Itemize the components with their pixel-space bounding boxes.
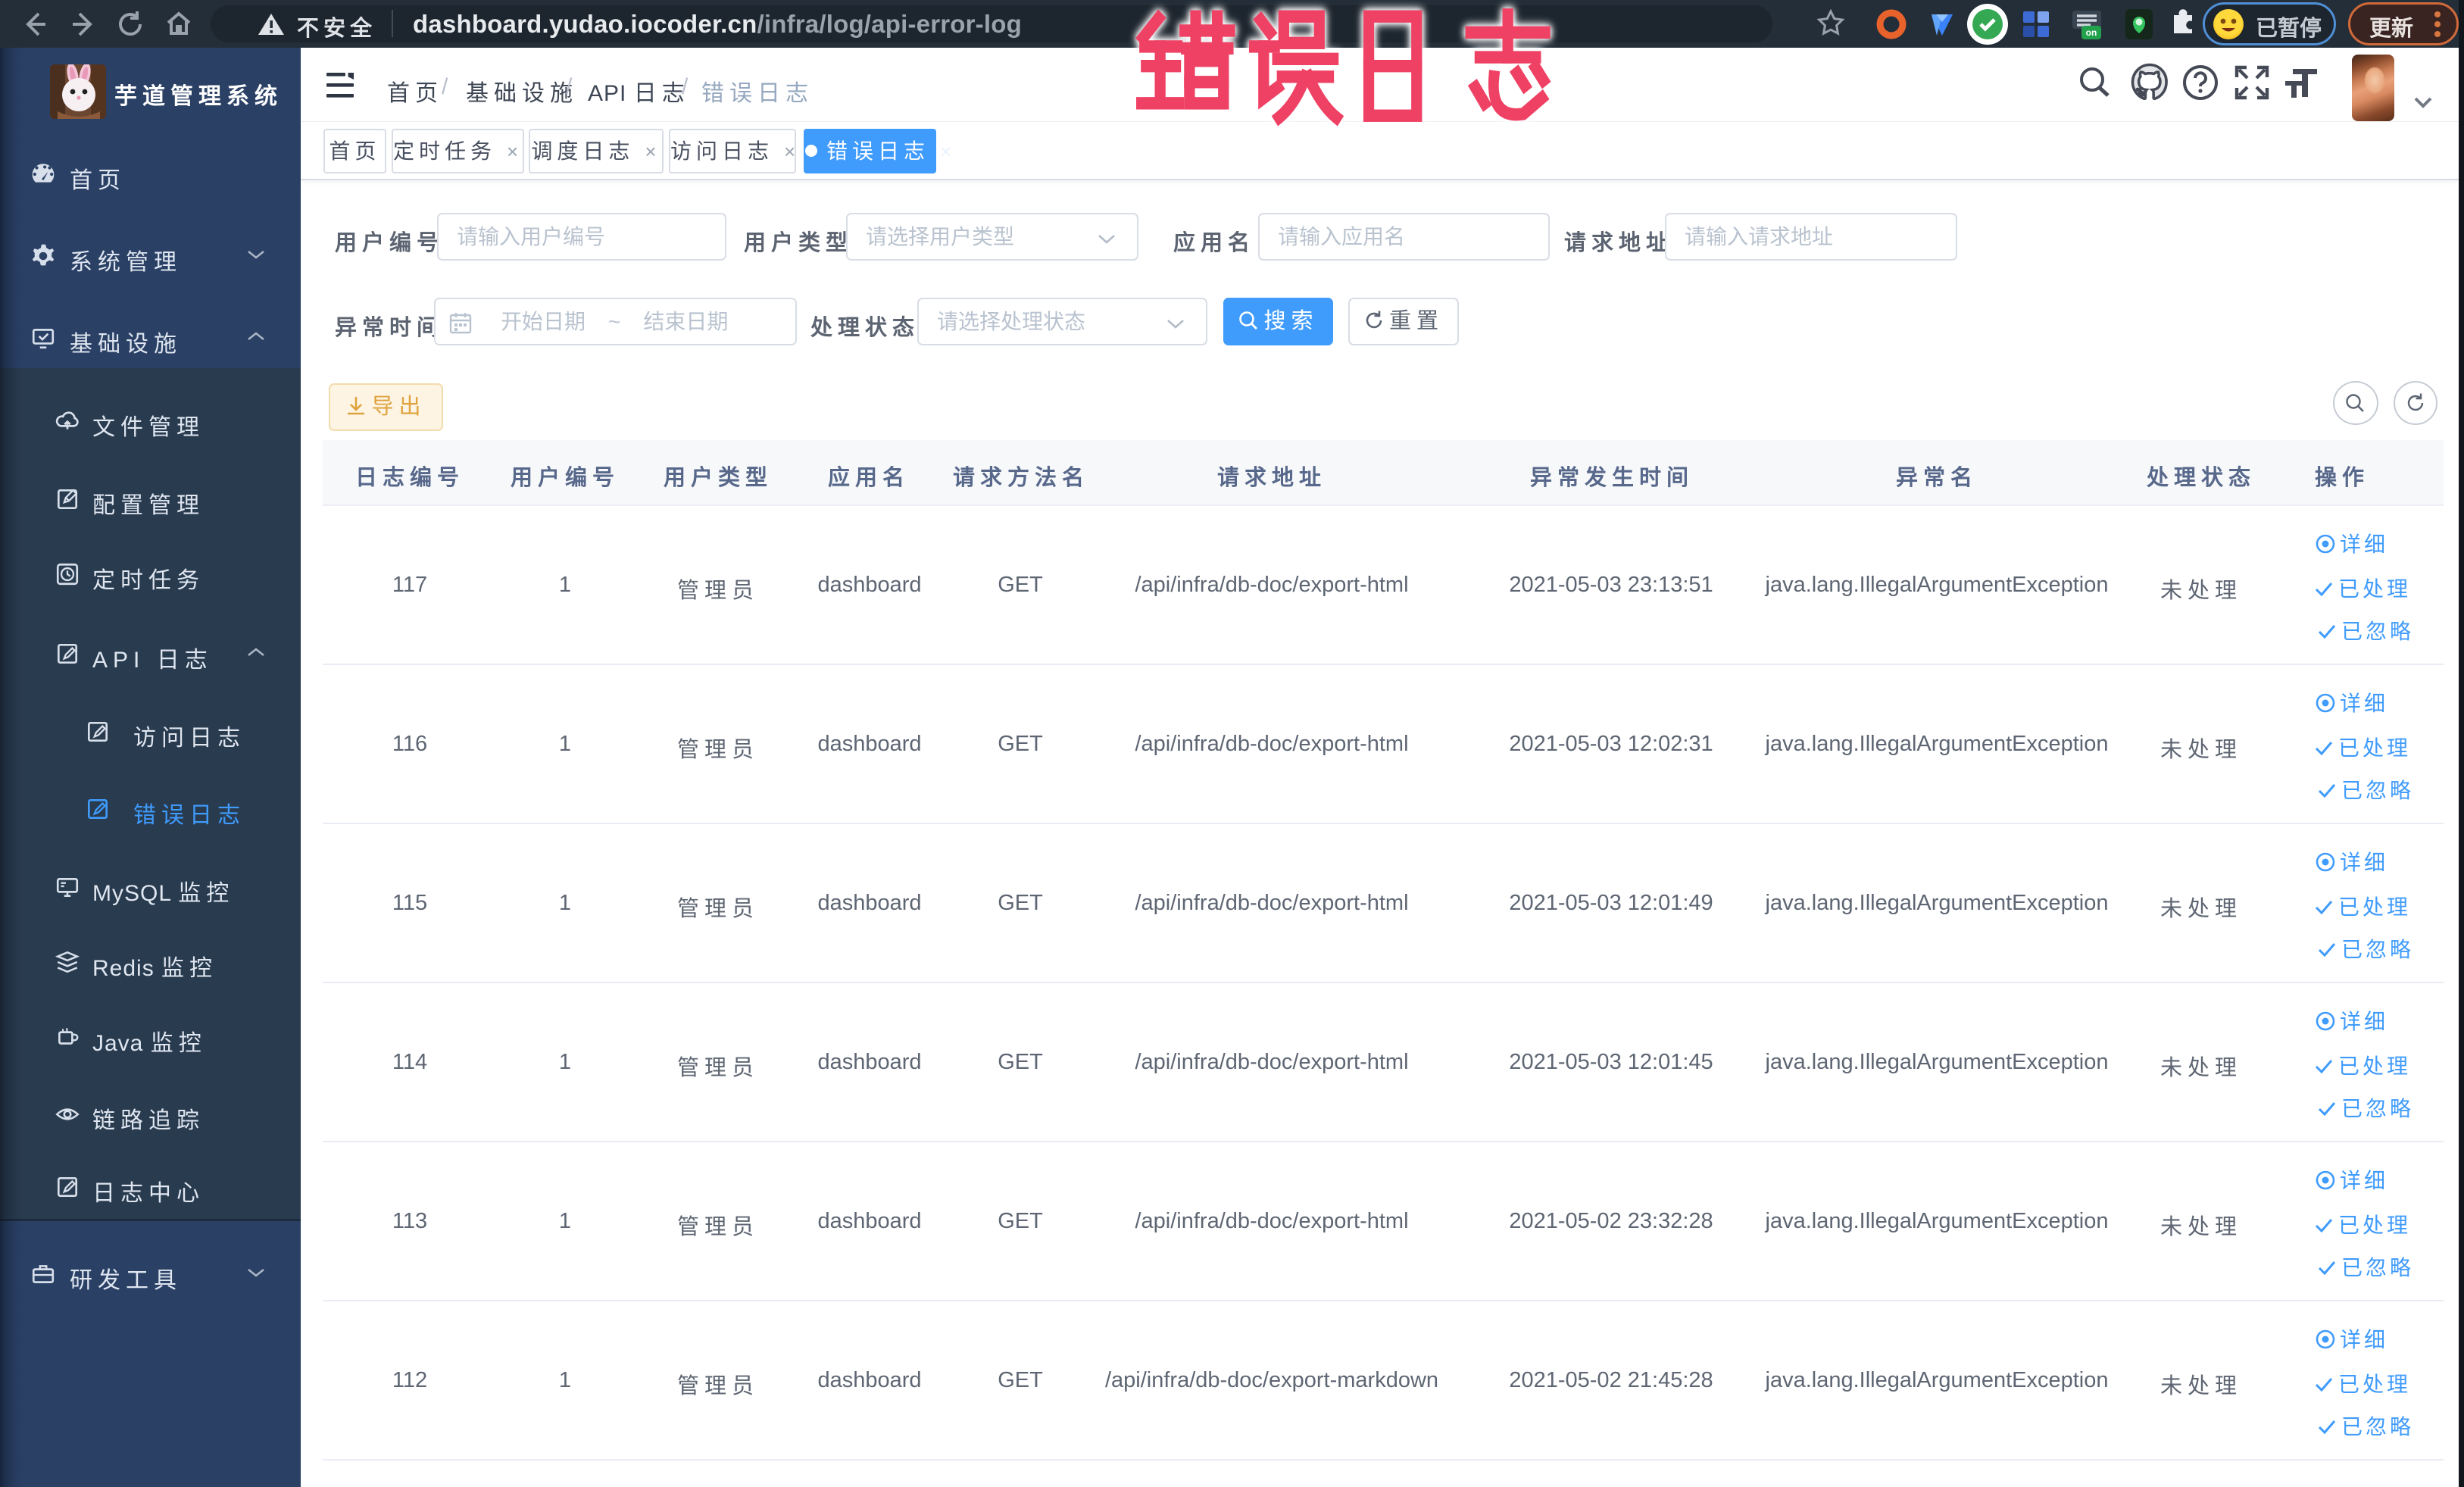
svg-text:on: on [2086, 27, 2097, 38]
